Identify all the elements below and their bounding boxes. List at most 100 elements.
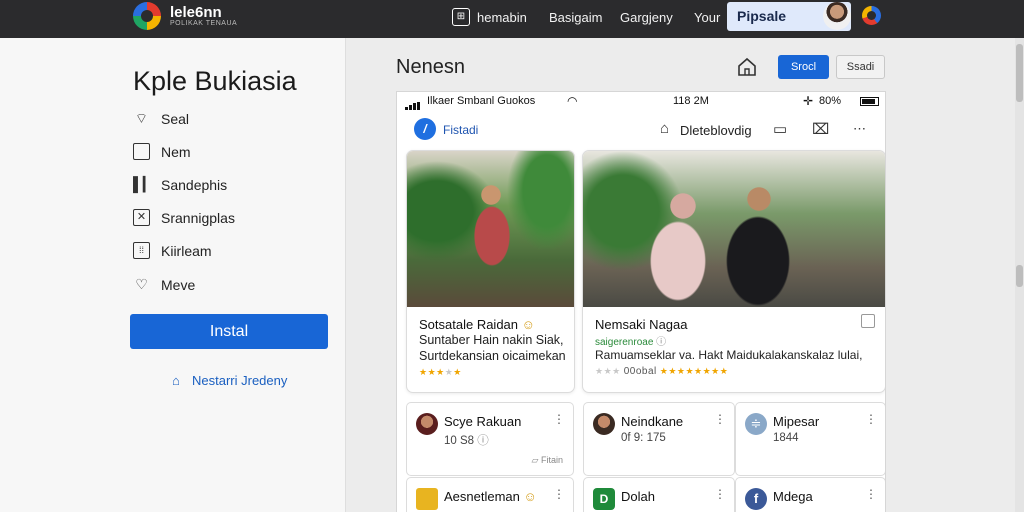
card-icon[interactable]: ▭ — [773, 120, 787, 138]
list-item[interactable]: Aesnetleman ☺ ⋮ — [406, 477, 574, 512]
heart-icon: ♡ — [135, 276, 148, 292]
battery-percent: 80% — [819, 95, 842, 107]
sidebar-item-nem[interactable]: Nem — [133, 142, 333, 162]
status-bar: Ilkaer Smbanl Guokos ◠ 118 2M ✛ 80% — [397, 92, 885, 112]
home-icon[interactable] — [736, 56, 758, 78]
tag-icon: ⌔ — [134, 110, 149, 126]
info-icon: ⓘ — [477, 435, 489, 447]
comment-icon: ▱ — [531, 455, 539, 465]
phone-preview: Ilkaer Smbanl Guokos ◠ 118 2M ✛ 80% / Fi… — [396, 91, 886, 512]
sidebar-item-seal[interactable]: ⌔ Seal — [133, 109, 333, 129]
edit-label[interactable]: Fistadi — [443, 123, 478, 137]
edit-icon[interactable]: / — [414, 118, 436, 140]
sidebar-item-label: Meve — [161, 277, 196, 293]
list-item-title: Mdega — [773, 489, 813, 504]
list-item-subtitle: 1844 — [773, 432, 799, 444]
card-line: Surtdekansian oicaimekan — [419, 349, 566, 363]
avatar — [593, 413, 615, 435]
sidebar-item-label: Nem — [161, 144, 191, 160]
scrollbar-thumb[interactable] — [1016, 44, 1023, 102]
home-icon: ⌂ — [172, 373, 180, 388]
list-item[interactable]: ≑ Mipesar 1844 ⋮ — [735, 402, 885, 476]
signal-icon — [405, 98, 423, 110]
sidebar-item-kiirleam[interactable]: ⁞⁞ Kiirleam — [133, 241, 333, 261]
emoji-icon: ☺ — [521, 317, 535, 332]
scrollbar-thumb-secondary[interactable] — [1016, 265, 1023, 287]
user-avatar[interactable] — [823, 2, 851, 30]
list-item[interactable]: f Mdega ⋮ — [735, 477, 885, 512]
card-photo — [407, 151, 574, 307]
location-icon: ✛ — [803, 94, 814, 108]
list-item-title: Aesnetleman ☺ — [444, 489, 537, 504]
sidebar-title: Kple Bukiasia — [133, 66, 297, 96]
sidebar-item-srannigplas[interactable]: ✕ Srannigplas — [133, 208, 333, 228]
toolbar-title: Dleteblovdig — [680, 123, 752, 138]
list-item-title: Scye Rakuan — [444, 414, 522, 429]
facebook-icon: f — [745, 488, 767, 510]
status-time: 118 2M — [673, 95, 709, 107]
card-checkbox[interactable] — [861, 314, 875, 328]
sidebar-item-label: Seal — [161, 111, 190, 127]
avatar — [416, 413, 438, 435]
sidebar-item-meve[interactable]: ♡ Meve — [133, 275, 333, 295]
feed-card[interactable]: Nemsaki Nagaa saigerenroae ⓘ Ramuamsekla… — [582, 150, 885, 393]
square-icon — [133, 143, 150, 160]
list-item-subtitle: 10 S8 ⓘ — [444, 435, 489, 447]
rating-stars: ★★★★★ — [419, 367, 462, 377]
rating-stars: ★★★ 00obal ★★★★★★★★ — [595, 366, 729, 377]
apps-icon[interactable]: ⊞ — [452, 8, 470, 26]
list-item[interactable]: Scye Rakuan 10 S8 ⓘ ⋮ ▱ Fitain — [406, 402, 574, 476]
search-label: Pipsale — [737, 8, 787, 24]
more-vertical-icon[interactable]: ⋮ — [553, 487, 565, 501]
more-vertical-icon[interactable]: ⋮ — [714, 487, 726, 501]
card-title: Nemsaki Nagaa — [595, 317, 688, 332]
top-navigation-bar: lele6nn POLIKAK TENAUA ⊞ hemabin Basigai… — [0, 0, 1024, 38]
secondary-button[interactable]: Ssadi — [836, 55, 885, 79]
app-icon — [416, 488, 438, 510]
card-line: Ramuamseklar va. Hakt Maidukalakanskalaz… — [595, 348, 863, 362]
emoji-icon: ☺ — [523, 489, 537, 504]
nav-item-4[interactable]: Your — [694, 10, 720, 25]
sidebar-item-label: Sandephis — [161, 177, 228, 193]
home-outline-icon[interactable]: ⌂ — [660, 120, 669, 137]
list-item[interactable]: D Dolah ⋮ — [583, 477, 735, 512]
more-vertical-icon[interactable]: ⋮ — [714, 412, 726, 426]
page-title: Nenesn — [396, 56, 465, 78]
primary-button[interactable]: Srocl — [778, 55, 829, 79]
sidebar-item-label: Srannigplas — [161, 210, 235, 226]
browser-logo-icon[interactable] — [862, 6, 881, 25]
sidebar-item-label: Kiirleam — [161, 243, 212, 259]
sidebar-link-label: Nestarri Jredeny — [192, 373, 288, 388]
bookmark-icon[interactable]: ⌧ — [812, 120, 829, 138]
logo-subtitle: POLIKAK TENAUA — [170, 20, 238, 27]
battery-icon — [860, 97, 879, 106]
feed-card[interactable]: Sotsatale Raidan ☺ Suntaber Hain nakin S… — [406, 150, 575, 393]
bar-chart-icon: ▌▎ — [133, 176, 154, 192]
more-vertical-icon[interactable]: ⋮ — [865, 487, 877, 501]
nav-item-2[interactable]: Basigaim — [549, 10, 602, 25]
list-item-title: Dolah — [621, 489, 655, 504]
sidebar-item-sandephis[interactable]: ▌▎ Sandephis — [133, 175, 333, 195]
nav-item-1[interactable]: hemabin — [477, 10, 527, 25]
logo-icon[interactable] — [133, 2, 161, 30]
close-box-icon: ✕ — [133, 209, 150, 226]
list-item[interactable]: Neindkane 0f 9: 175 ⋮ — [583, 402, 735, 476]
card-title: Sotsatale Raidan ☺ — [419, 317, 535, 332]
card-line: Suntaber Hain nakin Siak, — [419, 333, 564, 347]
calculator-icon: ⁞⁞ — [133, 242, 150, 259]
card-subtitle: saigerenroae ⓘ — [595, 337, 667, 348]
install-button[interactable]: Instal — [130, 314, 328, 349]
list-item-title: Neindkane — [621, 414, 684, 429]
sidebar-link[interactable]: ⌂ Nestarri Jredeny — [172, 373, 287, 388]
carrier-label: Ilkaer Smbanl Guokos — [427, 95, 536, 107]
more-vertical-icon[interactable]: ⋮ — [553, 412, 565, 426]
nav-item-3[interactable]: Gargjeny — [620, 10, 673, 25]
logo-title[interactable]: lele6nn — [170, 4, 222, 21]
comment-label[interactable]: ▱ Fitain — [532, 455, 563, 466]
info-icon: ⓘ — [656, 337, 667, 348]
phone-toolbar: / Fistadi ⌂ Dleteblovdig ▭ ⌧ ⋯ — [397, 116, 885, 144]
list-item-subtitle: 0f 9: 175 — [621, 432, 666, 444]
more-vertical-icon[interactable]: ⋮ — [865, 412, 877, 426]
more-icon[interactable]: ⋯ — [853, 121, 866, 137]
wifi-icon: ◠ — [567, 94, 578, 108]
